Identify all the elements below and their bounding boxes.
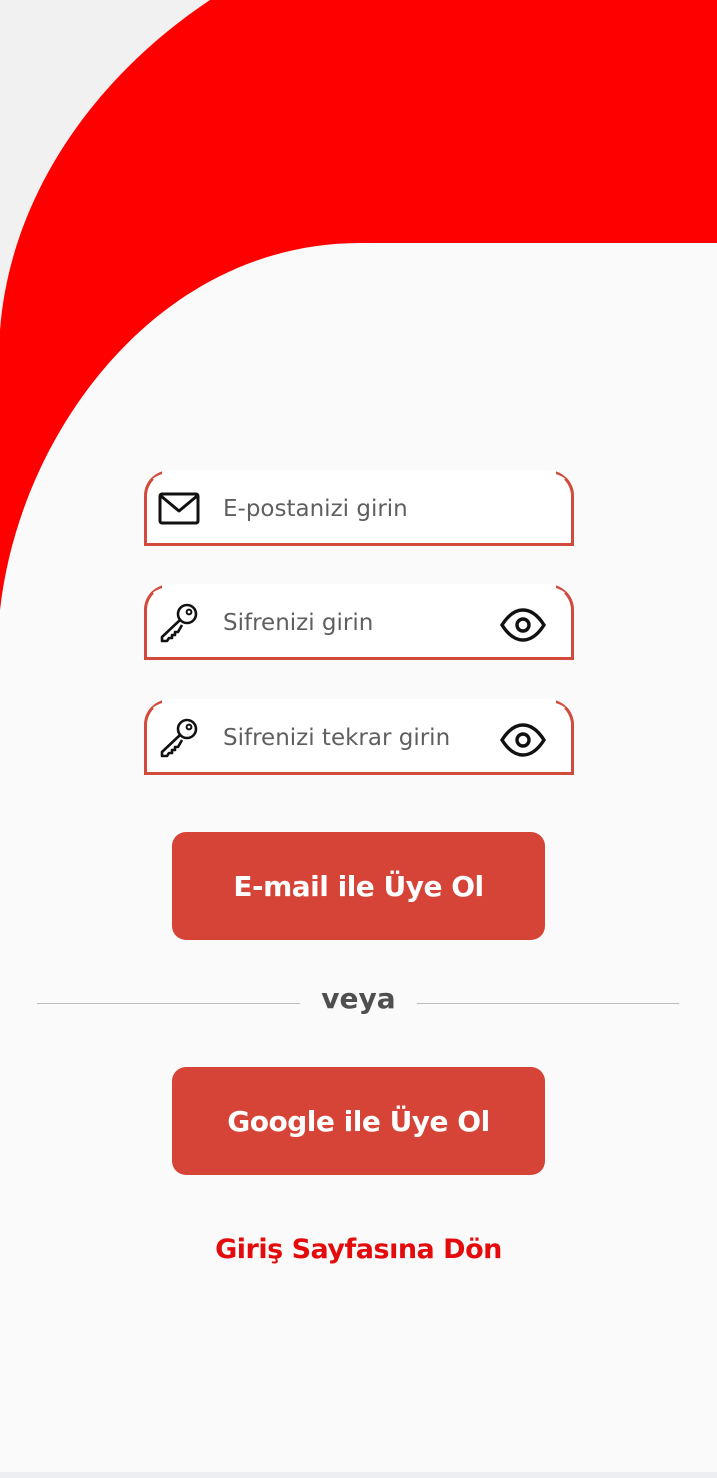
back-to-login-link[interactable]: Giriş Sayfasına Dön — [0, 1234, 717, 1265]
password-confirm-field[interactable] — [144, 699, 574, 775]
divider-line-left — [37, 1003, 300, 1004]
system-navigation-bar — [0, 1472, 717, 1478]
email-input[interactable] — [223, 487, 493, 531]
eye-icon[interactable] — [499, 605, 547, 645]
password-confirm-input[interactable] — [223, 716, 493, 760]
divider-label: veya — [321, 982, 396, 1015]
key-icon — [160, 603, 198, 643]
divider-line-right — [417, 1003, 679, 1004]
eye-icon[interactable] — [499, 720, 547, 760]
email-field[interactable] — [144, 470, 574, 546]
key-icon — [160, 718, 198, 758]
email-signup-button[interactable]: E-mail ile Üye Ol — [172, 832, 545, 940]
google-signup-button[interactable]: Google ile Üye Ol — [172, 1067, 545, 1175]
password-field[interactable] — [144, 584, 574, 660]
password-input[interactable] — [223, 601, 493, 645]
mail-icon — [158, 492, 200, 525]
